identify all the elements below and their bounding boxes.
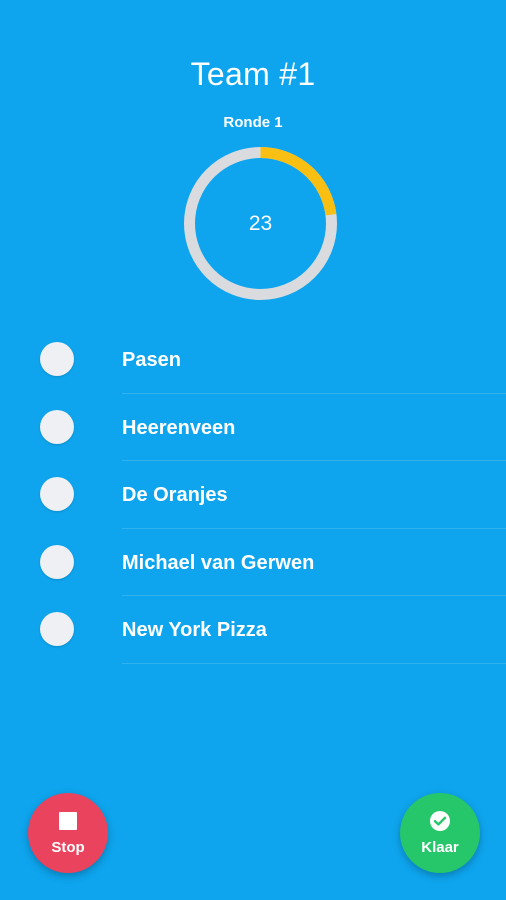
word-item[interactable]: Pasen [0,326,506,394]
word-label: Michael van Gerwen [122,551,315,574]
word-checkbox[interactable] [40,544,74,579]
done-button[interactable]: Klaar [400,793,480,873]
word-checkbox[interactable] [40,342,74,376]
word-label: New York Pizza [122,619,267,641]
word-item[interactable]: Michael van Gerwen [0,529,506,596]
divider [122,662,506,664]
word-label: De Oranjes [122,484,228,506]
stop-button[interactable]: Stop [28,793,108,873]
team-title: Team #1 [190,56,316,92]
word-label: Pasen [122,349,181,371]
countdown-timer: 23 [182,145,339,302]
round-label: Ronde 1 [223,114,283,131]
word-list: Pasen Heerenveen De Oranjes Michael van … [0,326,506,664]
check-circle-icon [430,811,450,831]
done-button-label: Klaar [421,839,459,856]
word-checkbox[interactable] [40,612,74,646]
stop-icon [59,812,77,830]
word-item[interactable]: New York Pizza [0,596,506,664]
word-label: Heerenveen [122,416,236,439]
timer-seconds: 23 [248,212,273,235]
word-checkbox[interactable] [40,477,74,511]
word-item[interactable]: De Oranjes [0,461,506,529]
word-checkbox[interactable] [40,409,74,444]
word-item[interactable]: Heerenveen [0,394,506,461]
stop-button-label: Stop [51,839,85,856]
